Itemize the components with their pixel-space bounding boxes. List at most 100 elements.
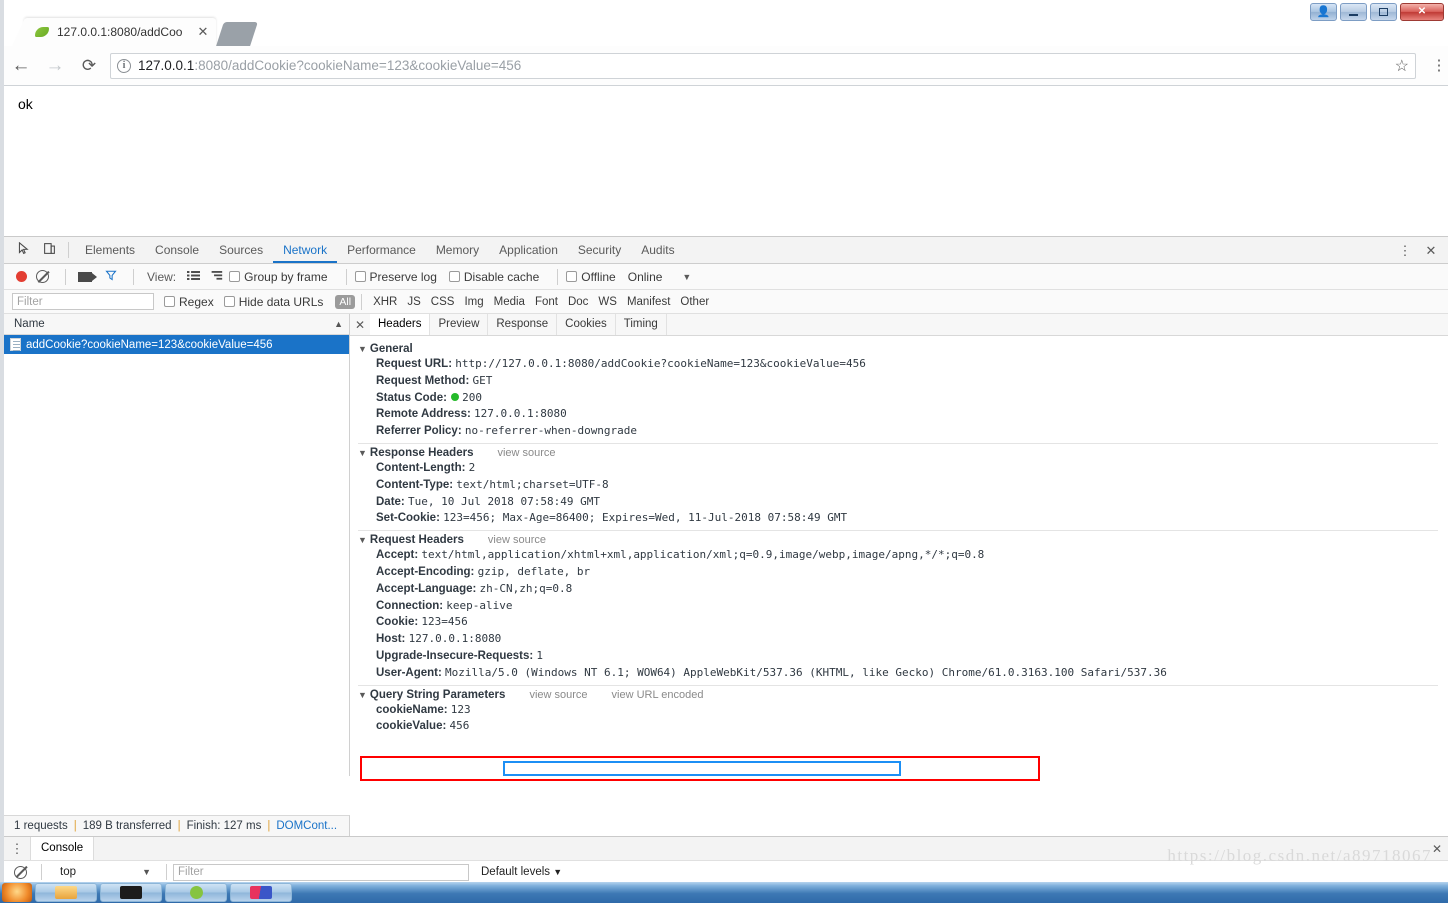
view-source-link[interactable]: view source xyxy=(497,447,555,459)
forward-button[interactable]: → xyxy=(38,56,72,75)
view-url-encoded-link[interactable]: view URL encoded xyxy=(612,689,704,701)
filter-type-doc[interactable]: Doc xyxy=(563,296,593,308)
filter-type-other[interactable]: Other xyxy=(675,296,714,308)
view-source-link[interactable]: view source xyxy=(529,689,587,701)
header-value: 123=456 xyxy=(421,615,468,629)
filter-type-ws[interactable]: WS xyxy=(593,296,622,308)
minimize-button[interactable] xyxy=(1340,3,1367,21)
header-key: Connection: xyxy=(376,599,444,612)
close-button[interactable]: ✕ xyxy=(1400,3,1444,21)
section-divider xyxy=(358,530,1438,532)
regex-checkbox[interactable]: Regex xyxy=(164,295,214,309)
tab-close-icon[interactable]: ✕ xyxy=(196,24,210,40)
filter-input[interactable] xyxy=(12,293,154,310)
filter-type-font[interactable]: Font xyxy=(530,296,563,308)
filter-type-css[interactable]: CSS xyxy=(426,296,460,308)
request-list-header[interactable]: Name ▲ xyxy=(4,314,349,335)
filter-type-manifest[interactable]: Manifest xyxy=(622,296,675,308)
console-context-select[interactable]: top ▼ xyxy=(54,864,154,881)
detail-tab-response[interactable]: Response xyxy=(488,314,558,335)
devtools-tab-security[interactable]: Security xyxy=(568,237,631,263)
filter-divider xyxy=(361,293,363,310)
toolbar-divider xyxy=(68,242,69,258)
header-value: http://127.0.0.1:8080/addCookie?cookieNa… xyxy=(455,357,866,370)
devtools-tab-elements[interactable]: Elements xyxy=(75,237,145,263)
section-response-headers-header[interactable]: ▼ Response Headers view source xyxy=(358,447,1448,459)
taskbar-item-multicolor-app[interactable] xyxy=(230,883,292,902)
drawer-close-icon[interactable]: ✕ xyxy=(1432,842,1448,856)
drawer-menu-icon[interactable]: ⋮ xyxy=(4,842,30,855)
disable-cache-checkbox[interactable]: Disable cache xyxy=(448,270,539,284)
section-general-header[interactable]: ▼ General xyxy=(358,343,1448,355)
browser-tab[interactable]: 127.0.0.1:8080/addCoo ✕ xyxy=(12,18,216,46)
devtools-more-icon[interactable]: ⋮ xyxy=(1392,244,1418,257)
chevron-down-icon: ▼ xyxy=(553,867,563,877)
offline-checkbox[interactable]: Offline xyxy=(566,270,616,284)
detail-tab-preview[interactable]: Preview xyxy=(430,314,489,335)
inspect-element-icon[interactable] xyxy=(10,241,36,258)
back-button[interactable]: ← xyxy=(4,56,38,75)
view-source-link[interactable]: view source xyxy=(488,534,546,546)
new-tab-button[interactable] xyxy=(216,22,258,46)
preserve-log-checkbox[interactable]: Preserve log xyxy=(354,270,437,284)
devtools-close-icon[interactable]: ✕ xyxy=(1418,244,1444,257)
user-account-button[interactable]: 👤 xyxy=(1310,3,1337,21)
list-view-icon[interactable] xyxy=(187,270,201,284)
drawer-tab-console[interactable]: Console xyxy=(30,837,95,860)
clear-button[interactable] xyxy=(36,270,49,283)
devtools-tab-sources[interactable]: Sources xyxy=(209,237,273,263)
chevron-down-icon[interactable]: ▼ xyxy=(682,272,691,282)
detail-tab-cookies[interactable]: Cookies xyxy=(557,314,616,335)
detail-tab-headers[interactable]: Headers xyxy=(370,314,431,335)
bookmark-star-icon[interactable]: ☆ xyxy=(1387,56,1409,76)
devtools-tab-memory[interactable]: Memory xyxy=(426,237,489,263)
spring-leaf-icon xyxy=(34,24,50,40)
header-row: Date: Tue, 10 Jul 2018 07:58:49 GMT xyxy=(358,494,1448,511)
devtools-tab-console[interactable]: Console xyxy=(145,237,209,263)
network-body: Name ▲ addCookie?cookieName=123&cookieVa… xyxy=(4,314,1448,776)
maximize-button[interactable] xyxy=(1370,3,1397,21)
chrome-menu-icon[interactable]: ⋮ xyxy=(1426,58,1448,73)
reload-button[interactable]: ⟳ xyxy=(72,57,106,74)
table-row[interactable]: addCookie?cookieName=123&cookieValue=456 xyxy=(4,335,349,354)
clear-console-icon[interactable] xyxy=(14,865,27,879)
header-key: Host: xyxy=(376,633,406,646)
taskbar-item-green-app[interactable] xyxy=(165,883,227,902)
funnel-icon[interactable] xyxy=(105,269,117,284)
hide-data-urls-checkbox[interactable]: Hide data URLs xyxy=(223,295,323,309)
regex-label: Regex xyxy=(179,294,214,309)
header-value: 456 xyxy=(449,719,470,733)
group-by-frame-checkbox[interactable]: Group by frame xyxy=(229,270,328,284)
camera-icon[interactable] xyxy=(78,271,97,282)
header-key: Accept: xyxy=(376,549,419,562)
address-bar[interactable]: i 127.0.0.1:8080/addCookie?cookieName=12… xyxy=(110,52,1416,79)
filter-type-js[interactable]: JS xyxy=(402,296,425,308)
section-request-headers-header[interactable]: ▼ Request Headers view source xyxy=(358,534,1448,546)
waterfall-view-icon[interactable] xyxy=(210,270,223,284)
record-button[interactable] xyxy=(16,271,27,282)
header-value: GET xyxy=(472,373,493,387)
header-value: Tue, 10 Jul 2018 07:58:49 GMT xyxy=(407,494,601,508)
device-toolbar-icon[interactable] xyxy=(36,242,62,258)
request-name: addCookie?cookieName=123&cookieValue=456 xyxy=(26,338,273,351)
filter-type-xhr[interactable]: XHR xyxy=(368,296,402,308)
filter-type-all[interactable]: All xyxy=(335,294,356,309)
devtools-tab-network[interactable]: Network xyxy=(273,237,337,263)
devtools-tabbar-right: ⋮ ✕ xyxy=(1392,244,1448,257)
console-filter-input[interactable] xyxy=(173,863,469,881)
taskbar-item-folder[interactable] xyxy=(35,883,97,902)
site-info-icon[interactable]: i xyxy=(117,58,131,73)
devtools-tab-audits[interactable]: Audits xyxy=(631,237,684,263)
taskbar-item-terminal[interactable] xyxy=(100,883,162,902)
detail-tab-timing[interactable]: Timing xyxy=(616,314,667,335)
header-value: 200 xyxy=(462,390,482,404)
devtools-tab-application[interactable]: Application xyxy=(489,237,568,263)
start-orb[interactable] xyxy=(2,883,32,902)
console-levels-select[interactable]: Default levels ▼ xyxy=(481,866,562,878)
throttling-value[interactable]: Online xyxy=(628,270,663,284)
detail-close-icon[interactable]: ✕ xyxy=(350,318,370,332)
devtools-tab-performance[interactable]: Performance xyxy=(337,237,426,263)
section-query-string-header[interactable]: ▼ Query String Parameters view source vi… xyxy=(358,689,1448,701)
filter-type-media[interactable]: Media xyxy=(489,296,530,308)
filter-type-img[interactable]: Img xyxy=(459,296,488,308)
